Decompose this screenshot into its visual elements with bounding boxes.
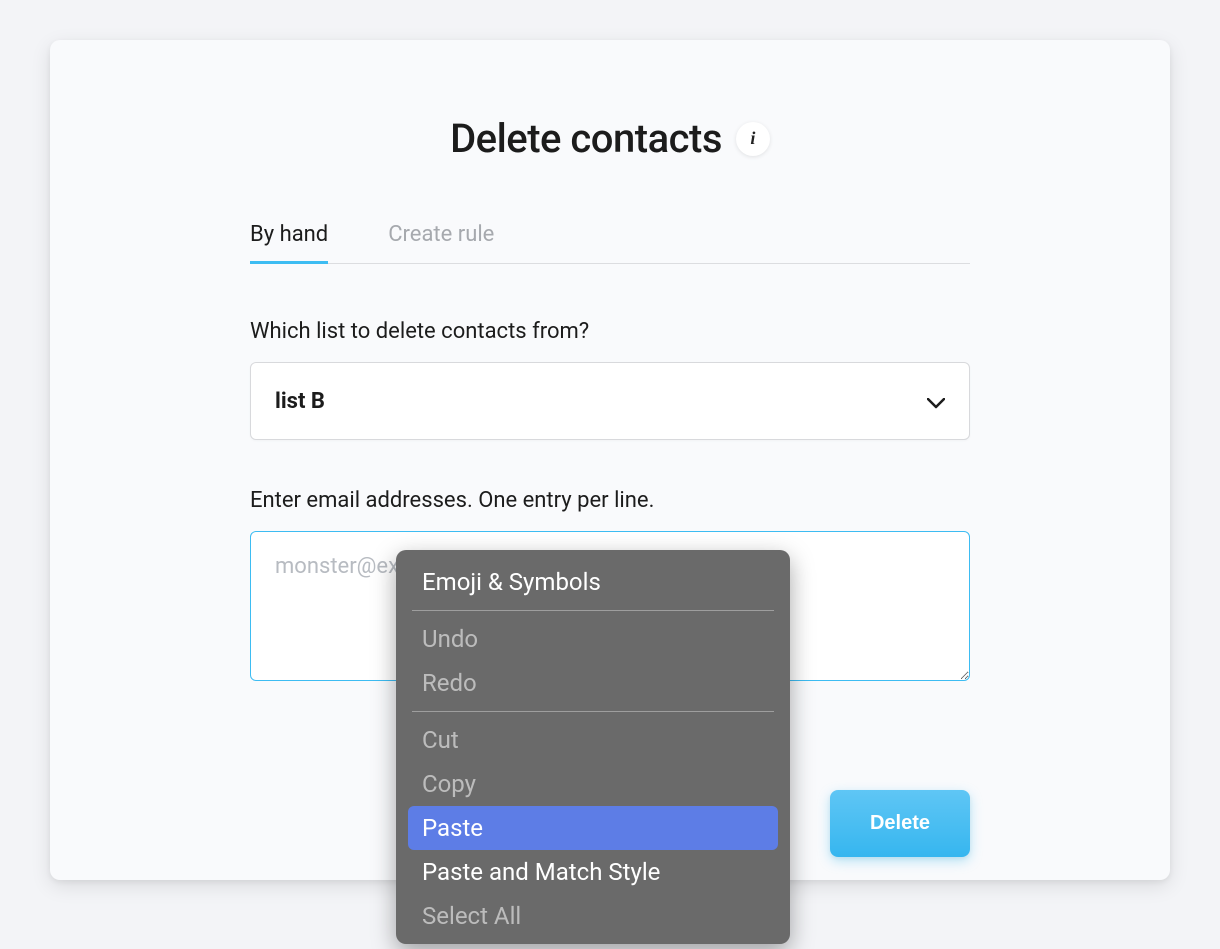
- list-select[interactable]: list B: [250, 362, 970, 440]
- menu-item-copy[interactable]: Copy: [408, 762, 778, 806]
- page-title: Delete contacts: [450, 115, 722, 162]
- menu-item-emoji-symbols[interactable]: Emoji & Symbols: [408, 560, 778, 604]
- tab-by-hand[interactable]: By hand: [250, 222, 328, 264]
- menu-item-cut[interactable]: Cut: [408, 718, 778, 762]
- menu-item-paste[interactable]: Paste: [408, 806, 778, 850]
- menu-item-redo[interactable]: Redo: [408, 661, 778, 705]
- list-select-value: list B: [275, 389, 325, 414]
- tab-create-rule[interactable]: Create rule: [388, 222, 494, 264]
- delete-button[interactable]: Delete: [830, 790, 970, 857]
- info-icon[interactable]: i: [736, 122, 770, 156]
- context-menu: Emoji & Symbols Undo Redo Cut Copy Paste…: [396, 550, 790, 944]
- email-textarea-label: Enter email addresses. One entry per lin…: [250, 488, 970, 513]
- chevron-down-icon: [927, 395, 945, 407]
- menu-item-select-all[interactable]: Select All: [408, 894, 778, 938]
- menu-divider: [412, 610, 774, 611]
- tabs: By hand Create rule: [250, 222, 970, 264]
- list-select-label: Which list to delete contacts from?: [250, 319, 970, 344]
- menu-item-paste-match-style[interactable]: Paste and Match Style: [408, 850, 778, 894]
- menu-item-undo[interactable]: Undo: [408, 617, 778, 661]
- title-row: Delete contacts i: [250, 115, 970, 162]
- menu-divider: [412, 711, 774, 712]
